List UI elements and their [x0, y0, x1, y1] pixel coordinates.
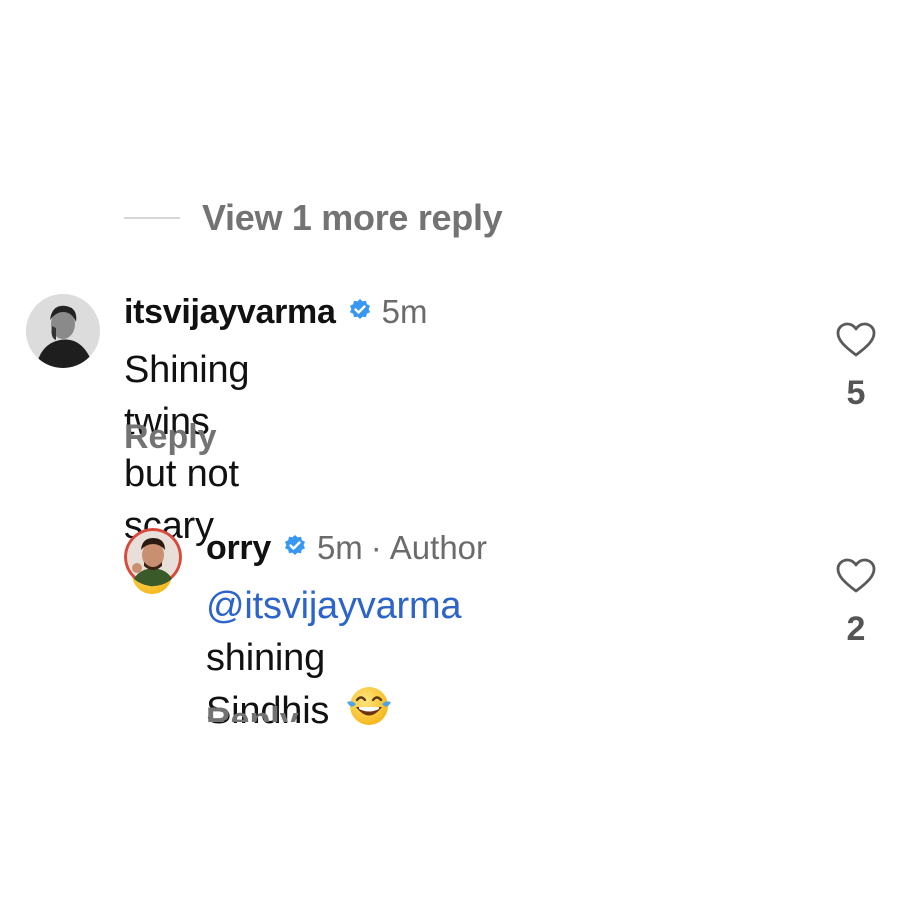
like-button[interactable]: 5	[826, 322, 886, 413]
mention-link[interactable]: @itsvijayvarma	[206, 585, 462, 627]
like-button[interactable]: 2	[826, 558, 886, 649]
heart-icon	[836, 558, 876, 593]
comment-header: orry 5m · Author	[206, 526, 487, 570]
comment-text-content: shining	[206, 637, 326, 679]
username[interactable]: itsvijayvarma	[124, 293, 336, 332]
reply-label: Reply	[206, 701, 299, 722]
view-more-replies-label: View 1 more reply	[202, 197, 503, 238]
meta-separator: ·	[370, 529, 382, 566]
comment-header: itsvijayvarma 5m	[124, 290, 427, 334]
timestamp: 5m	[381, 293, 428, 330]
tears-of-joy-emoji	[346, 684, 392, 742]
verified-badge-icon	[348, 298, 372, 327]
timestamp: 5m	[316, 529, 363, 566]
reply-button[interactable]: Reply	[206, 700, 299, 722]
avatar[interactable]	[124, 528, 182, 586]
reply-button[interactable]: Reply	[124, 418, 217, 457]
author-tag: Author	[389, 529, 488, 566]
verified-badge-icon	[283, 534, 307, 563]
like-count: 2	[846, 610, 866, 648]
comment-line-1: @itsvijayvarma shining	[206, 580, 462, 684]
avatar[interactable]	[26, 294, 100, 368]
thread-line	[124, 217, 180, 219]
username[interactable]: orry	[206, 529, 271, 568]
heart-icon	[836, 322, 876, 357]
like-count: 5	[846, 374, 866, 412]
view-more-replies-button[interactable]: View 1 more reply	[124, 194, 503, 242]
